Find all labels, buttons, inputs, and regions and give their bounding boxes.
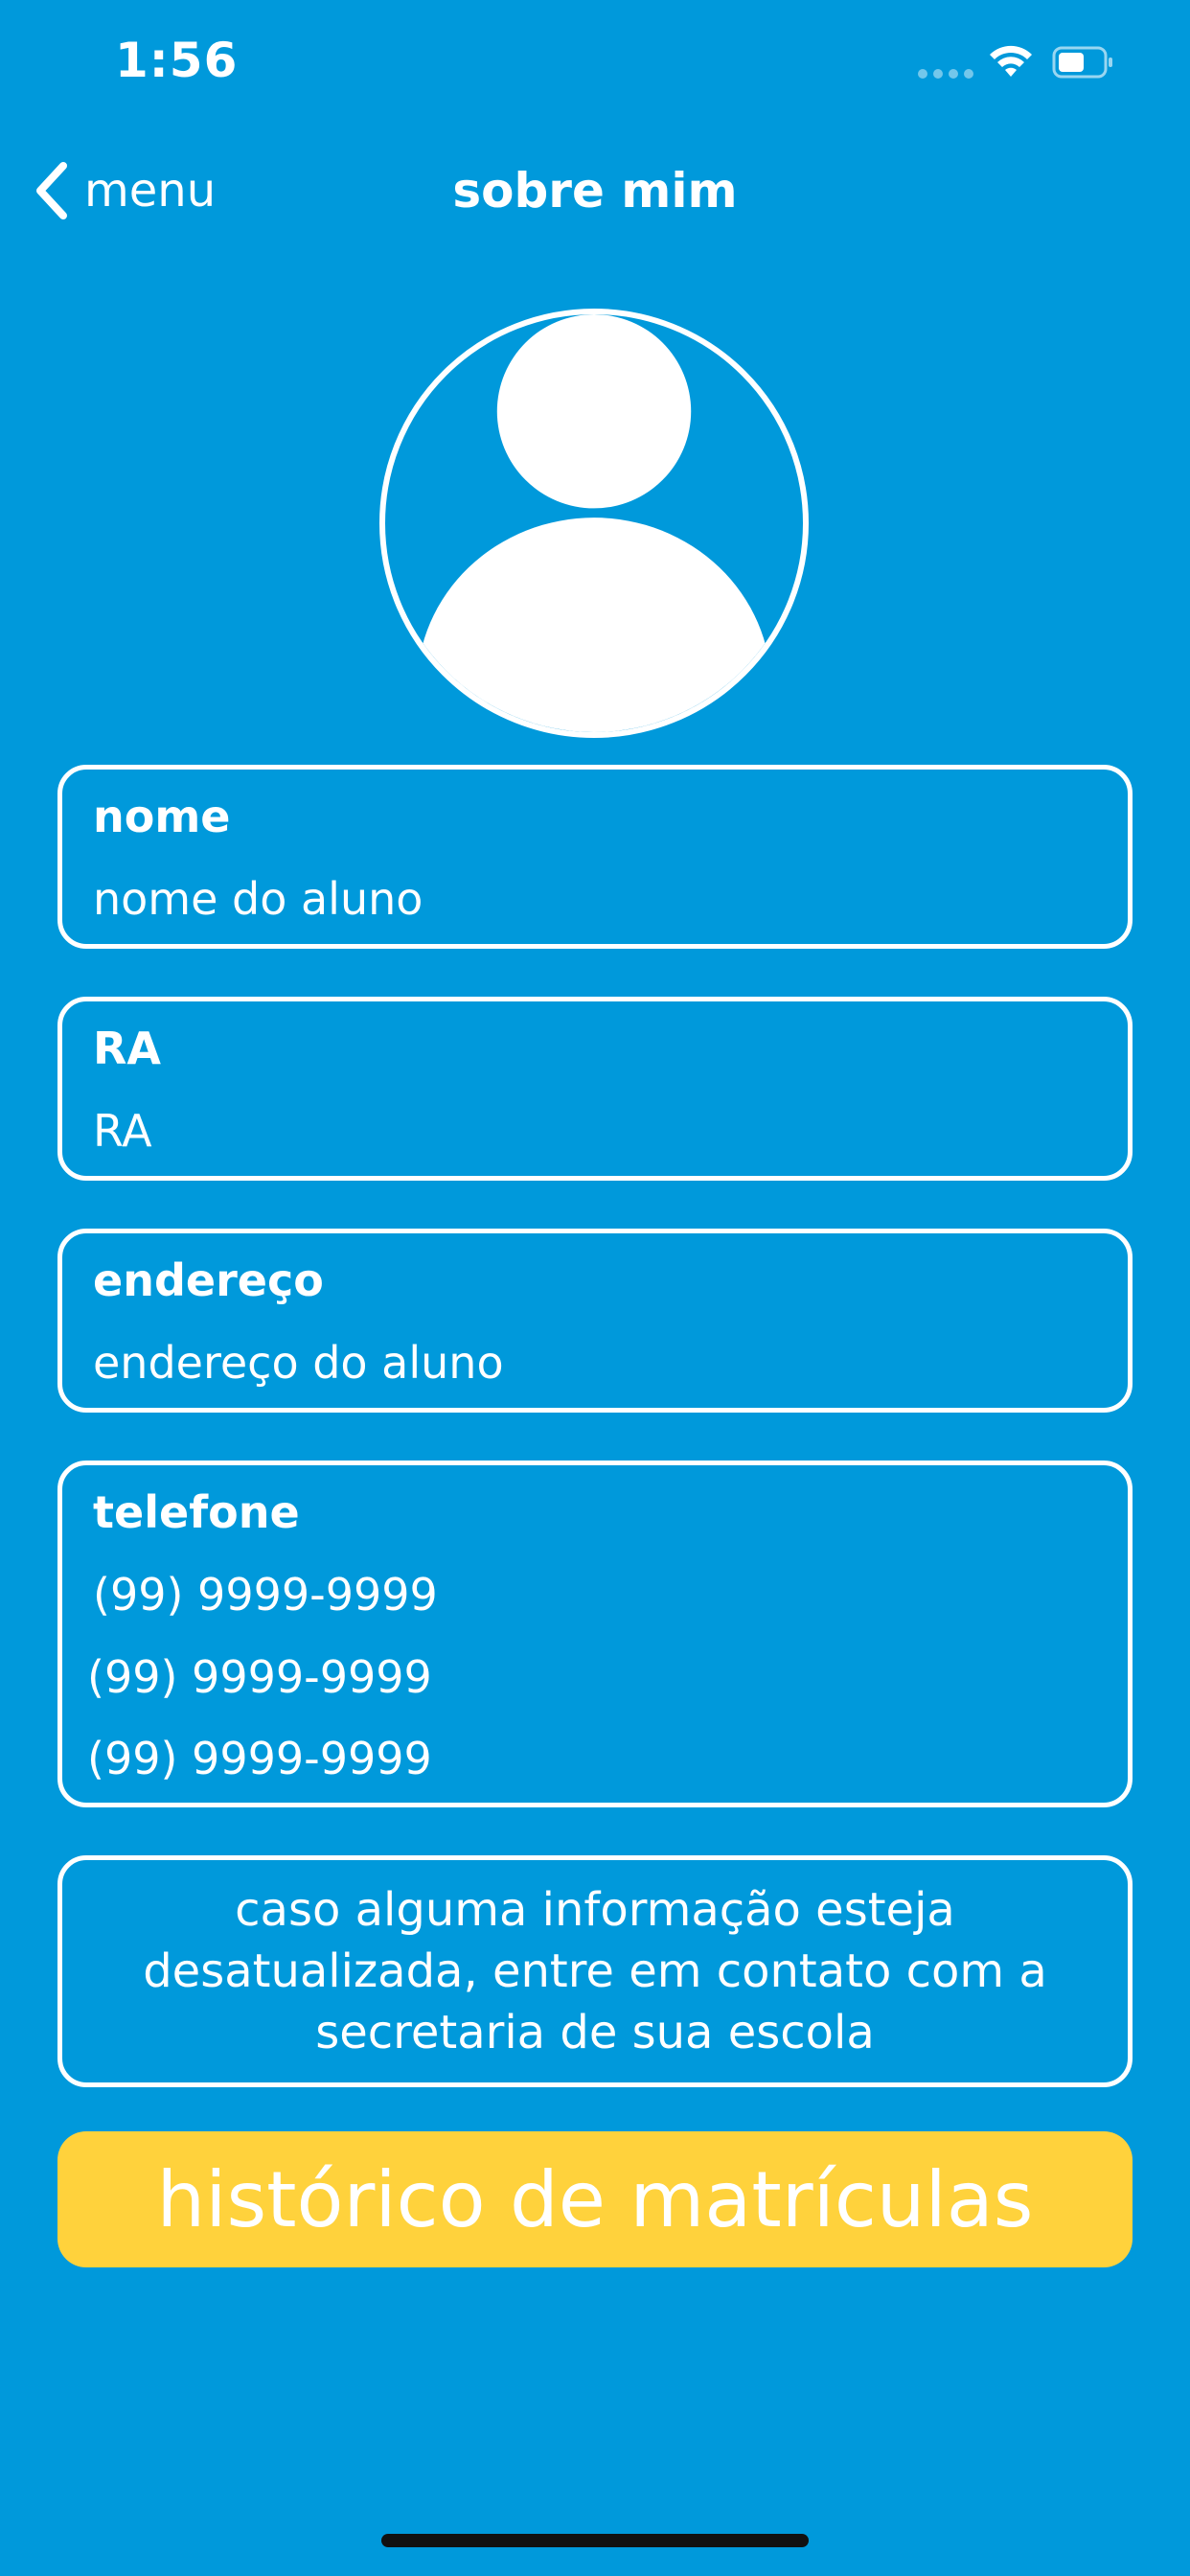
address-label: endereço [93,1254,324,1306]
phone-card: telefone (99) 9999-9999 (99) 9999-9999 (… [57,1460,1133,1807]
status-time: 1:56 [115,33,239,88]
address-value: endereço do aluno [93,1337,504,1389]
ra-value: RA [93,1105,152,1157]
phone-label: telefone [93,1486,300,1538]
notice-text: caso alguma informação esteja desatualiz… [143,1883,1047,2059]
battery-icon [1052,46,1113,79]
address-card: endereço endereço do aluno [57,1229,1133,1413]
user-placeholder-icon [417,314,771,732]
avatar [379,309,809,738]
ra-label: RA [93,1023,162,1074]
name-label: nome [93,791,231,842]
notice-card: caso alguma informação esteja desatualiz… [57,1855,1133,2087]
wifi-icon [987,42,1035,80]
page-title: sobre mim [452,163,738,218]
home-indicator[interactable] [381,2534,809,2547]
navigation-bar: menu sobre mim [0,144,1190,240]
status-bar: 1:56 [0,0,1190,125]
phone-value-1: (99) 9999-9999 [93,1569,438,1621]
signal-icon [918,69,975,79]
name-value: nome do aluno [93,873,423,925]
phone-value-3: (99) 9999-9999 [87,1733,432,1784]
phone-value-2: (99) 9999-9999 [87,1651,432,1703]
name-card: nome nome do aluno [57,765,1133,949]
enrollment-history-button[interactable]: histórico de matrículas [57,2131,1133,2267]
ra-card: RA RA [57,997,1133,1181]
